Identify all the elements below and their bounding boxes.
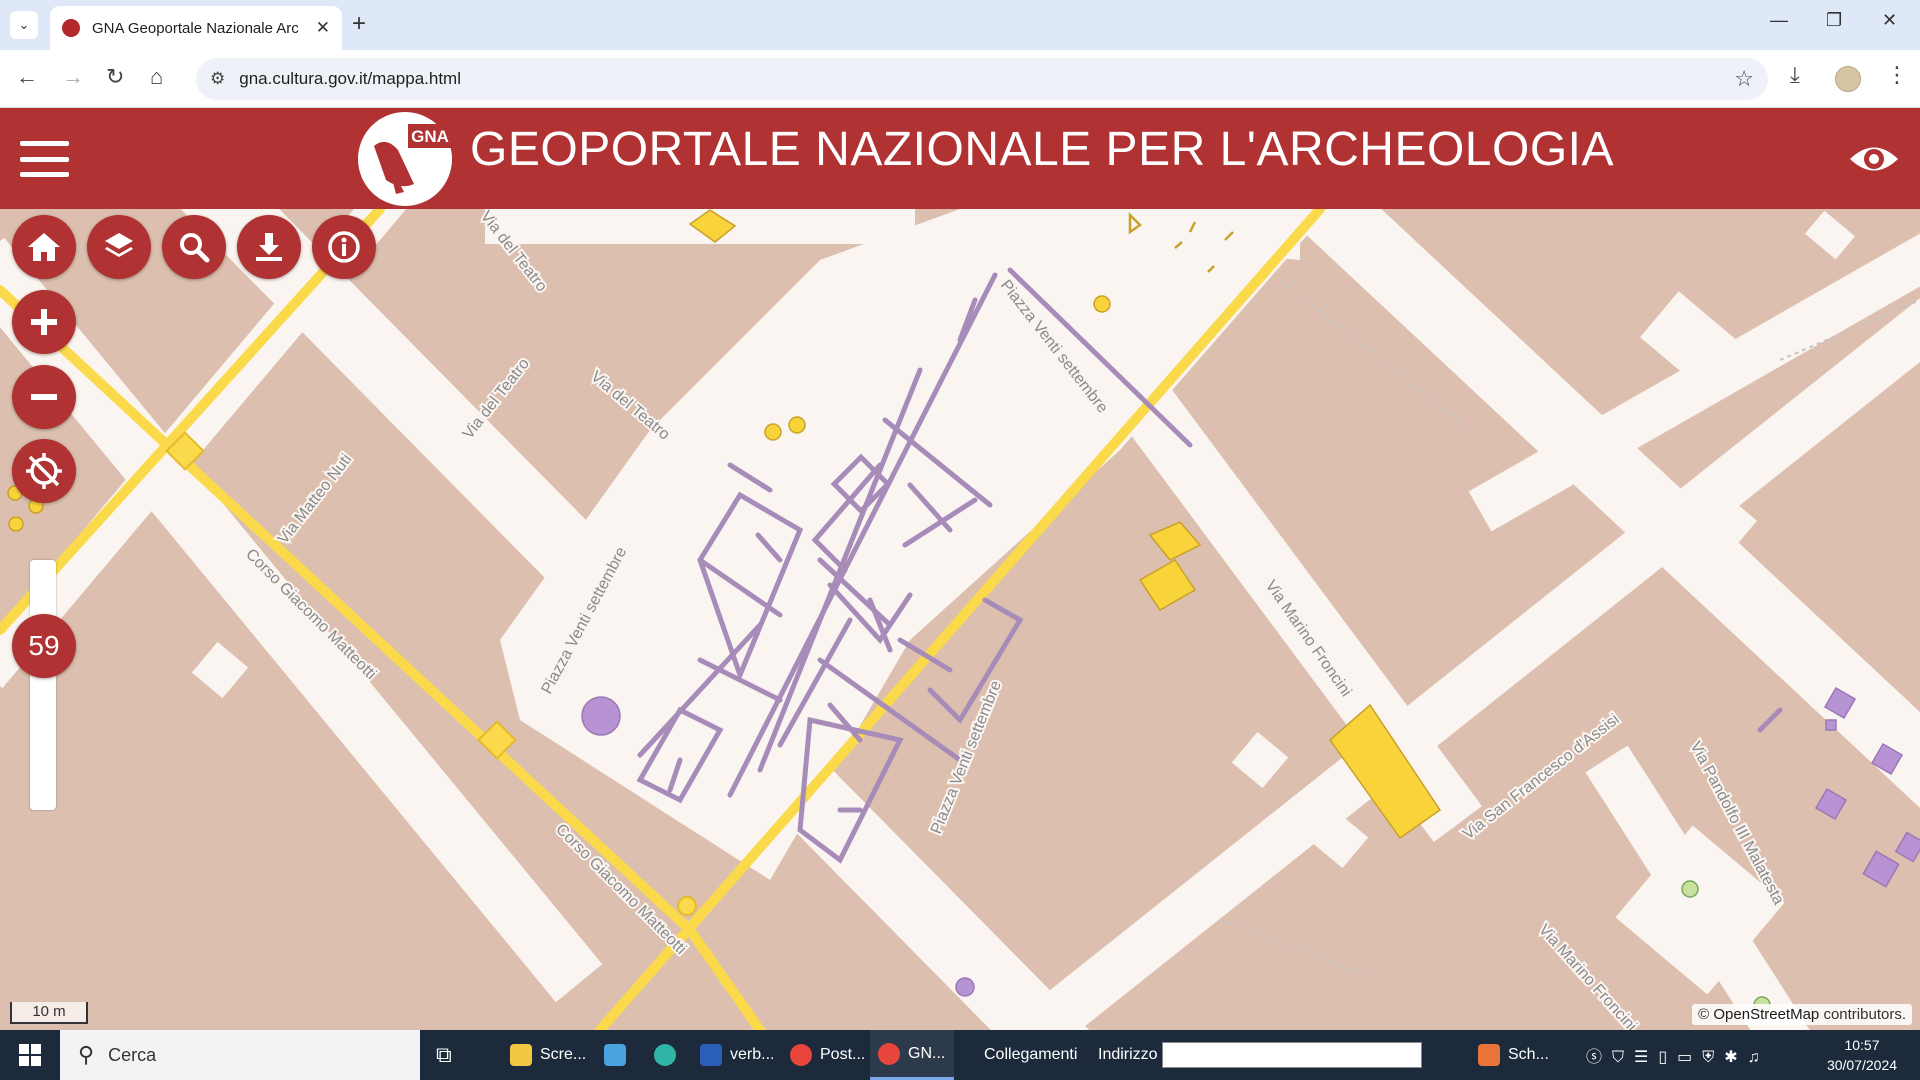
hamburger-menu-icon[interactable]: [20, 141, 69, 177]
taskbar-address-label: Indirizzo: [1098, 1046, 1158, 1063]
taskbar-address-input[interactable]: [1162, 1042, 1422, 1068]
address-bar[interactable]: ⚙ gna.cultura.gov.it/mappa.html ☆: [196, 58, 1768, 100]
gna-favicon-icon: [62, 19, 80, 37]
taskbar-clock[interactable]: 10:57 30/07/2024: [1812, 1035, 1912, 1075]
download-button[interactable]: [237, 215, 301, 279]
street-label-via-marino-froncini: Via Marino Froncini: [1535, 921, 1640, 1030]
taskbar-item-edge[interactable]: [654, 1030, 684, 1080]
map-attribution: © OpenStreetMap contributors.: [1692, 1004, 1912, 1025]
map-layer: Via del Teatro Via del Teatro Via del Te…: [0, 209, 1920, 1030]
site-info-icon[interactable]: ⚙: [210, 69, 225, 89]
logo-text: GNA: [411, 127, 449, 146]
page-title: GEOPORTALE NAZIONALE PER L'ARCHEOLOGIA: [470, 123, 1615, 176]
start-button[interactable]: [0, 1030, 60, 1080]
tab-list-icon[interactable]: ⌄: [10, 11, 38, 39]
taskbar-item-label: Sch...: [1508, 1046, 1549, 1063]
street-label-via-matteo-nuti: Via Matteo Nuti: [275, 451, 356, 547]
chrome-icon: [878, 1042, 900, 1065]
info-icon: [328, 231, 360, 263]
browser-tab[interactable]: GNA Geoportale Nazionale Arc ✕: [50, 6, 342, 50]
clock-time: 10:57: [1844, 1037, 1880, 1053]
url-text: gna.cultura.gov.it/mappa.html: [239, 69, 461, 88]
search-icon: [180, 233, 210, 263]
rotate-reset-button[interactable]: [12, 439, 76, 503]
taskbar-item-word[interactable]: verb...: [700, 1030, 774, 1080]
plus-icon: [31, 309, 57, 335]
edge-icon: [654, 1044, 676, 1066]
layers-button[interactable]: [87, 215, 151, 279]
back-icon[interactable]: ←: [16, 66, 38, 88]
taskbar-item-explorer[interactable]: Scre...: [510, 1030, 586, 1080]
taskbar-search[interactable]: ⚲ Cerca: [60, 1030, 420, 1080]
clock-date: 30/07/2024: [1826, 1057, 1898, 1073]
taskbar-item-extra[interactable]: Sch...: [1478, 1030, 1549, 1080]
attribution-suffix: contributors.: [1823, 1006, 1906, 1023]
map-canvas[interactable]: Via del Teatro Via del Teatro Via del Te…: [0, 209, 1920, 1030]
task-view-icon[interactable]: ⧉: [436, 1030, 452, 1080]
zoom-in-button[interactable]: [12, 290, 76, 354]
app-header: GNA GEOPORTALE NAZIONALE PER L'ARCHEOLOG…: [0, 108, 1920, 209]
taskbar-item-app[interactable]: [604, 1030, 634, 1080]
download-icon: [256, 233, 282, 261]
app-icon: [604, 1044, 626, 1066]
close-icon[interactable]: ✕: [316, 18, 330, 38]
gps-off-icon: [26, 453, 62, 489]
download-icon[interactable]: ⤓: [1790, 62, 1800, 88]
taskbar-item-label: GN...: [908, 1044, 946, 1062]
profile-avatar[interactable]: [1835, 66, 1861, 92]
home-icon: [28, 233, 60, 261]
folder-icon: [510, 1044, 532, 1066]
zoom-out-button[interactable]: [12, 365, 76, 429]
scale-bar: 10 m: [10, 1002, 88, 1024]
taskbar-collegamenti[interactable]: Collegamenti: [984, 1030, 1077, 1080]
taskbar-item-label: verb...: [730, 1046, 775, 1063]
close-window-icon[interactable]: ✕: [1882, 10, 1897, 31]
star-icon[interactable]: ☆: [1734, 66, 1754, 92]
windows-taskbar: ⚲ Cerca ⧉ Scre... verb... Post... GN... …: [0, 1030, 1920, 1080]
browser-tab-bar: ⌄ GNA Geoportale Nazionale Arc ✕ + — ❐ ✕: [0, 0, 1920, 50]
search-icon: ⚲: [78, 1042, 95, 1067]
system-tray-icons[interactable]: ⓢ⛉☰▯▭⛨✱♫: [1586, 1030, 1770, 1080]
app-icon: [1478, 1044, 1500, 1066]
browser-toolbar: ← → ↻ ⌂ ⚙ gna.cultura.gov.it/mappa.html …: [0, 50, 1920, 108]
info-button[interactable]: [312, 215, 376, 279]
layers-icon: [105, 233, 133, 257]
taskbar-item-chrome[interactable]: Post...: [790, 1030, 865, 1080]
taskbar-item-label: Post...: [820, 1046, 866, 1063]
chrome-icon: [790, 1044, 812, 1066]
word-icon: [700, 1044, 722, 1066]
zoom-slider-track[interactable]: [30, 560, 56, 810]
attribution-link[interactable]: OpenStreetMap: [1713, 1006, 1819, 1023]
taskbar-search-placeholder: Cerca: [108, 1044, 157, 1065]
tab-title: GNA Geoportale Nazionale Arc: [92, 19, 299, 37]
search-button[interactable]: [162, 215, 226, 279]
restore-icon[interactable]: ❐: [1826, 10, 1842, 31]
taskbar-item-label: Scre...: [540, 1046, 587, 1063]
gna-logo: GNA: [358, 112, 452, 206]
minimize-icon[interactable]: —: [1770, 10, 1788, 31]
taskbar-item-chrome-active[interactable]: GN...: [870, 1030, 954, 1080]
attribution-symbol: ©: [1698, 1006, 1710, 1023]
zoom-slider-handle[interactable]: 59: [12, 614, 76, 678]
forward-icon[interactable]: →: [62, 66, 84, 88]
home-icon[interactable]: ⌂: [150, 66, 163, 88]
reload-icon[interactable]: ↻: [106, 66, 124, 88]
menu-dots-icon[interactable]: ⋮: [1886, 62, 1908, 88]
home-button[interactable]: [12, 215, 76, 279]
plus-icon[interactable]: +: [352, 10, 366, 38]
minus-icon: [31, 394, 57, 400]
street-label-via-del-teatro: Via del Teatro: [587, 368, 673, 444]
windows-logo-icon: [19, 1044, 41, 1066]
eye-icon[interactable]: [1848, 142, 1900, 176]
